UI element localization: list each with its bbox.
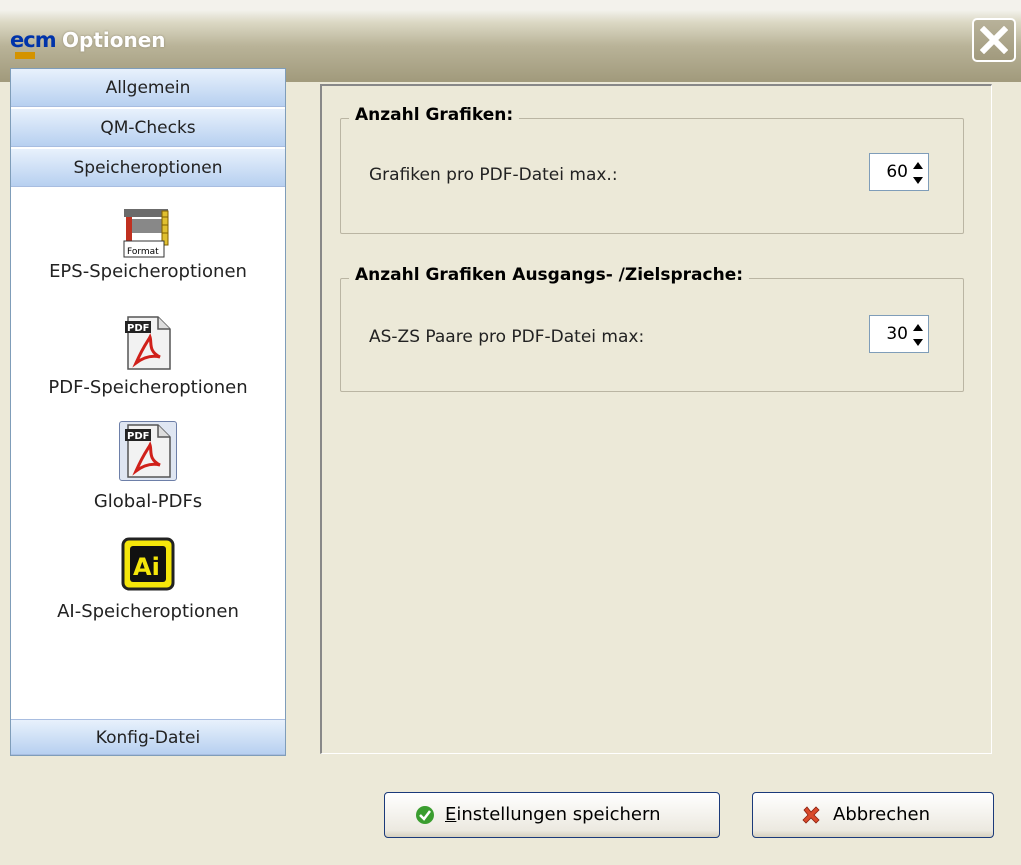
- pdf-icon-text: PDF: [127, 431, 149, 442]
- format-icon-text: Format: [127, 247, 159, 257]
- app-logo-text: ecm: [10, 28, 57, 52]
- cancel-button[interactable]: Abbrechen: [752, 792, 994, 838]
- window-title: Optionen: [62, 28, 166, 52]
- save-settings-button[interactable]: Einstellungen speichern: [384, 792, 720, 838]
- group-anzahl-grafiken: Anzahl Grafiken: Grafiken pro PDF-Datei …: [340, 105, 964, 234]
- app-logo: ecm: [10, 28, 57, 60]
- close-button[interactable]: [972, 18, 1016, 62]
- sidebar-item-global-pdfs-label: Global-PDFs: [93, 491, 203, 512]
- spinner-arrows-icon[interactable]: [911, 321, 925, 349]
- pdf-icon: PDF: [125, 316, 171, 370]
- ai-icon-text: Ai: [133, 553, 160, 581]
- group-title: Anzahl Grafiken Ausgangs- /Zielsprache:: [349, 265, 750, 285]
- pdf-icon-text: PDF: [127, 323, 149, 334]
- checkmark-icon: [416, 806, 434, 824]
- sidebar-item-global-pdfs[interactable]: PDF Global-PDFs: [11, 421, 285, 521]
- sidebar-item-ai[interactable]: Ai AI-Speicheroptionen: [11, 535, 285, 635]
- save-mnemonic: E: [445, 804, 457, 825]
- logo-underbar: [15, 52, 35, 59]
- options-sidebar: Allgemein QM-Checks Speicheroptionen For…: [10, 68, 286, 756]
- grafiken-per-pdf-spinner[interactable]: 60: [869, 153, 929, 191]
- sidebar-item-pdf[interactable]: PDF PDF-Speicheroptionen: [11, 311, 285, 411]
- sidebar-header-speicheroptionen[interactable]: Speicheroptionen: [11, 149, 285, 187]
- sidebar-item-pdf-label: PDF-Speicheroptionen: [48, 377, 248, 398]
- close-icon: [980, 26, 1008, 54]
- format-icon: Format: [123, 209, 169, 258]
- save-label-rest: instellungen speichern: [456, 804, 661, 825]
- spinner-value[interactable]: 30: [872, 316, 908, 352]
- options-dialog: ecm Optionen Allgemein QM-Checks Speiche…: [0, 0, 1021, 865]
- sidebar-header-konfig-datei[interactable]: Konfig-Datei: [11, 719, 285, 755]
- group-anzahl-grafiken-sprachen: Anzahl Grafiken Ausgangs- /Zielsprache: …: [340, 265, 964, 392]
- field-label: AS-ZS Paare pro PDF-Datei max:: [369, 327, 645, 347]
- group-title: Anzahl Grafiken:: [349, 105, 520, 125]
- as-zs-pairs-spinner[interactable]: 30: [869, 315, 929, 353]
- ai-icon: Ai: [121, 537, 175, 591]
- main-content-panel: Anzahl Grafiken: Grafiken pro PDF-Datei …: [320, 84, 992, 754]
- field-label: Grafiken pro PDF-Datei max.:: [369, 165, 618, 185]
- sidebar-item-eps[interactable]: Format EPS-Speicheroptionen: [11, 201, 285, 301]
- sidebar-item-eps-label: EPS-Speicheroptionen: [49, 261, 247, 282]
- sidebar-header-qm-checks[interactable]: QM-Checks: [11, 109, 285, 147]
- spinner-arrows-icon[interactable]: [911, 159, 925, 187]
- sidebar-item-ai-label: AI-Speicheroptionen: [57, 601, 239, 622]
- spinner-value[interactable]: 60: [872, 154, 908, 190]
- pdf-icon: PDF: [125, 424, 171, 478]
- selected-item-highlight: PDF: [119, 421, 177, 481]
- sidebar-header-allgemein[interactable]: Allgemein: [11, 69, 285, 107]
- cancel-label: Abbrechen: [833, 804, 931, 825]
- cancel-x-icon: [802, 806, 820, 824]
- save-settings-label: Einstellungen speichern: [445, 793, 661, 837]
